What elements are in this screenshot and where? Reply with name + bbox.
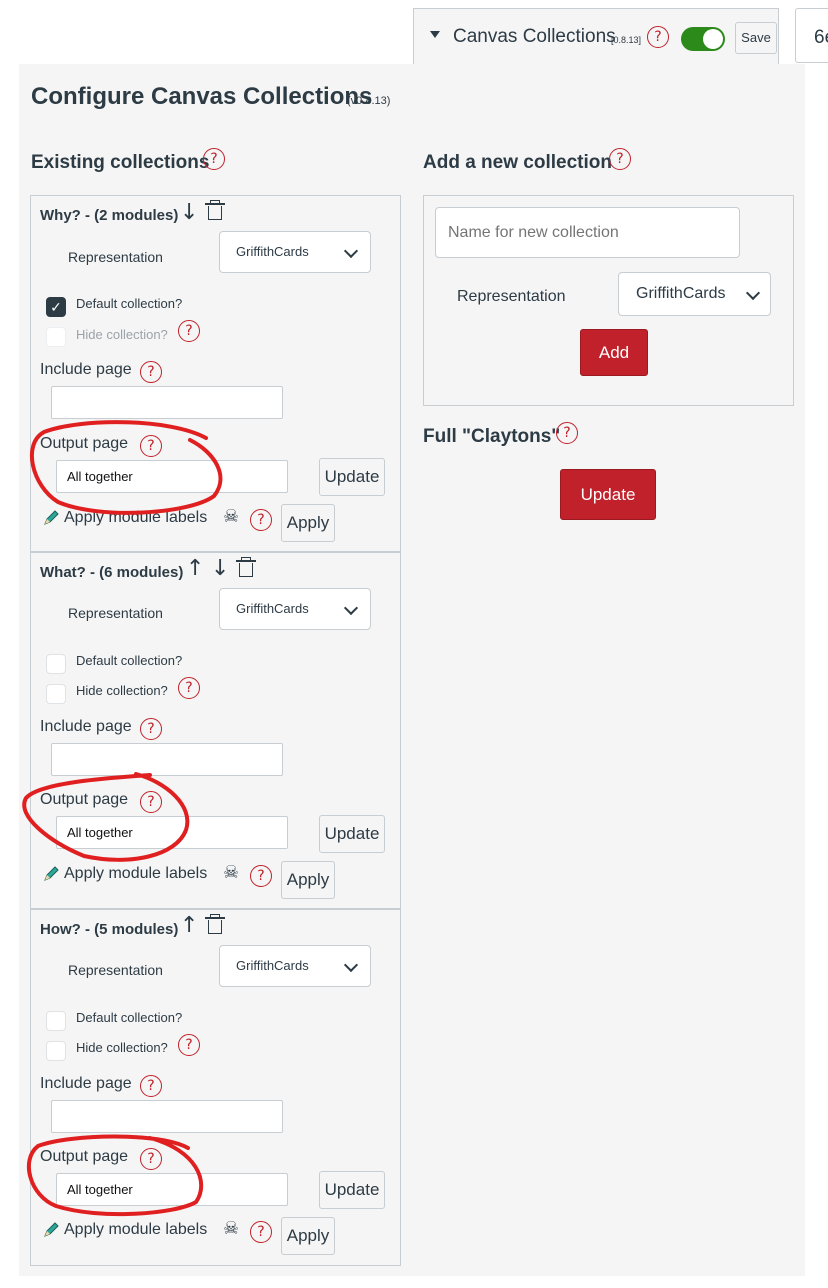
save-button[interactable]: Save xyxy=(735,22,777,54)
representation-value: GriffithCards xyxy=(236,244,309,259)
update-button[interactable]: Update xyxy=(319,458,385,496)
claytons-heading: Full "Claytons" xyxy=(423,426,561,447)
representation-select[interactable]: GriffithCards xyxy=(219,945,371,987)
claytons-update-button[interactable]: Update xyxy=(560,469,656,520)
collection-title: Why? - (2 modules) xyxy=(40,207,179,224)
help-icon[interactable]: ? xyxy=(203,148,225,170)
existing-collections-heading: Existing collections xyxy=(31,152,210,173)
partial-toolbar-button[interactable]: 6e xyxy=(795,8,828,63)
help-icon[interactable]: ? xyxy=(140,791,162,813)
default-collection-checkbox[interactable]: ✓ xyxy=(46,297,66,317)
apply-module-labels-label: Apply module labels xyxy=(64,509,208,526)
default-collection-label: Default collection? xyxy=(76,653,183,668)
representation-label: Representation xyxy=(68,605,163,621)
output-page-label: Output page xyxy=(40,791,129,808)
enable-toggle[interactable] xyxy=(681,27,725,51)
default-collection-label: Default collection? xyxy=(76,296,183,311)
skull-icon: ☠ xyxy=(223,1218,240,1239)
representation-label: Representation xyxy=(68,962,163,978)
collapse-triangle-icon[interactable] xyxy=(430,31,440,38)
help-icon[interactable]: ? xyxy=(140,718,162,740)
include-page-label: Include page xyxy=(40,718,132,735)
include-page-input[interactable] xyxy=(51,1100,283,1133)
move-down-icon[interactable]: ↓ xyxy=(211,556,229,581)
hide-collection-checkbox[interactable] xyxy=(46,1041,66,1061)
representation-select[interactable]: GriffithCards xyxy=(219,231,371,273)
hide-collection-checkbox[interactable] xyxy=(46,684,66,704)
add-button[interactable]: Add xyxy=(580,329,648,376)
hide-collection-label: Hide collection? xyxy=(76,1040,168,1055)
include-page-label: Include page xyxy=(40,1075,132,1092)
representation-select[interactable]: GriffithCards xyxy=(219,588,371,630)
collection-title: What? - (6 modules) xyxy=(40,564,184,581)
hide-collection-checkbox[interactable] xyxy=(46,327,66,347)
representation-select[interactable]: GriffithCards xyxy=(618,272,771,316)
representation-label: Representation xyxy=(457,288,566,305)
default-collection-checkbox[interactable] xyxy=(46,1011,66,1031)
help-icon[interactable]: ? xyxy=(178,677,200,699)
help-icon[interactable]: ? xyxy=(140,435,162,457)
help-icon[interactable]: ? xyxy=(140,1148,162,1170)
representation-label: Representation xyxy=(68,249,163,265)
apply-module-labels-label: Apply module labels xyxy=(64,1221,208,1238)
include-page-input[interactable] xyxy=(51,386,283,419)
new-collection-name-input[interactable] xyxy=(435,207,740,258)
skull-icon: ☠ xyxy=(223,506,240,527)
pencil-icon xyxy=(42,509,60,532)
add-collection-heading: Add a new collection xyxy=(423,152,612,173)
help-icon[interactable]: ? xyxy=(178,1034,200,1056)
representation-value: GriffithCards xyxy=(236,601,309,616)
default-collection-label: Default collection? xyxy=(76,1010,183,1025)
skull-icon: ☠ xyxy=(223,862,240,883)
move-up-icon[interactable]: ↑ xyxy=(180,913,198,938)
help-icon[interactable]: ? xyxy=(556,422,578,444)
chevron-down-icon xyxy=(343,600,359,616)
output-page-label: Output page xyxy=(40,435,129,452)
chevron-down-icon xyxy=(745,285,761,301)
help-icon[interactable]: ? xyxy=(609,148,631,170)
move-down-icon[interactable]: ↓ xyxy=(180,200,198,225)
update-button[interactable]: Update xyxy=(319,815,385,853)
update-button[interactable]: Update xyxy=(319,1171,385,1209)
output-page-input[interactable]: All together xyxy=(56,1173,288,1206)
help-icon[interactable]: ? xyxy=(140,361,162,383)
apply-button[interactable]: Apply xyxy=(281,861,335,899)
help-icon[interactable]: ? xyxy=(250,509,272,531)
output-page-input[interactable]: All together xyxy=(56,816,288,849)
output-page-label: Output page xyxy=(40,1148,129,1165)
default-collection-checkbox[interactable] xyxy=(46,654,66,674)
move-up-icon[interactable]: ↑ xyxy=(186,556,204,581)
page-version: (v0.8.13) xyxy=(347,95,391,107)
help-icon[interactable]: ? xyxy=(250,865,272,887)
include-page-label: Include page xyxy=(40,361,132,378)
include-page-input[interactable] xyxy=(51,743,283,776)
trash-icon[interactable] xyxy=(204,200,226,222)
help-icon[interactable]: ? xyxy=(140,1075,162,1097)
collection-title: How? - (5 modules) xyxy=(40,921,179,938)
help-icon[interactable]: ? xyxy=(647,26,669,48)
pencil-icon xyxy=(42,865,60,888)
trash-icon[interactable] xyxy=(204,914,226,936)
page-title: Configure Canvas Collections xyxy=(31,83,373,110)
chevron-down-icon xyxy=(343,243,359,259)
chevron-down-icon xyxy=(343,957,359,973)
apply-button[interactable]: Apply xyxy=(281,1217,335,1255)
toolbar-title: Canvas Collections xyxy=(453,26,616,47)
help-icon[interactable]: ? xyxy=(250,1221,272,1243)
hide-collection-label: Hide collection? xyxy=(76,327,168,342)
trash-icon[interactable] xyxy=(235,557,257,579)
toolbar-version: [0.8.13] xyxy=(611,35,642,45)
apply-button[interactable]: Apply xyxy=(281,504,335,542)
hide-collection-label: Hide collection? xyxy=(76,683,168,698)
representation-value: GriffithCards xyxy=(636,285,726,302)
help-icon[interactable]: ? xyxy=(178,320,200,342)
toggle-knob xyxy=(703,29,723,49)
representation-value: GriffithCards xyxy=(236,958,309,973)
apply-module-labels-label: Apply module labels xyxy=(64,865,208,882)
pencil-icon xyxy=(42,1221,60,1244)
output-page-input[interactable]: All together xyxy=(56,460,288,493)
